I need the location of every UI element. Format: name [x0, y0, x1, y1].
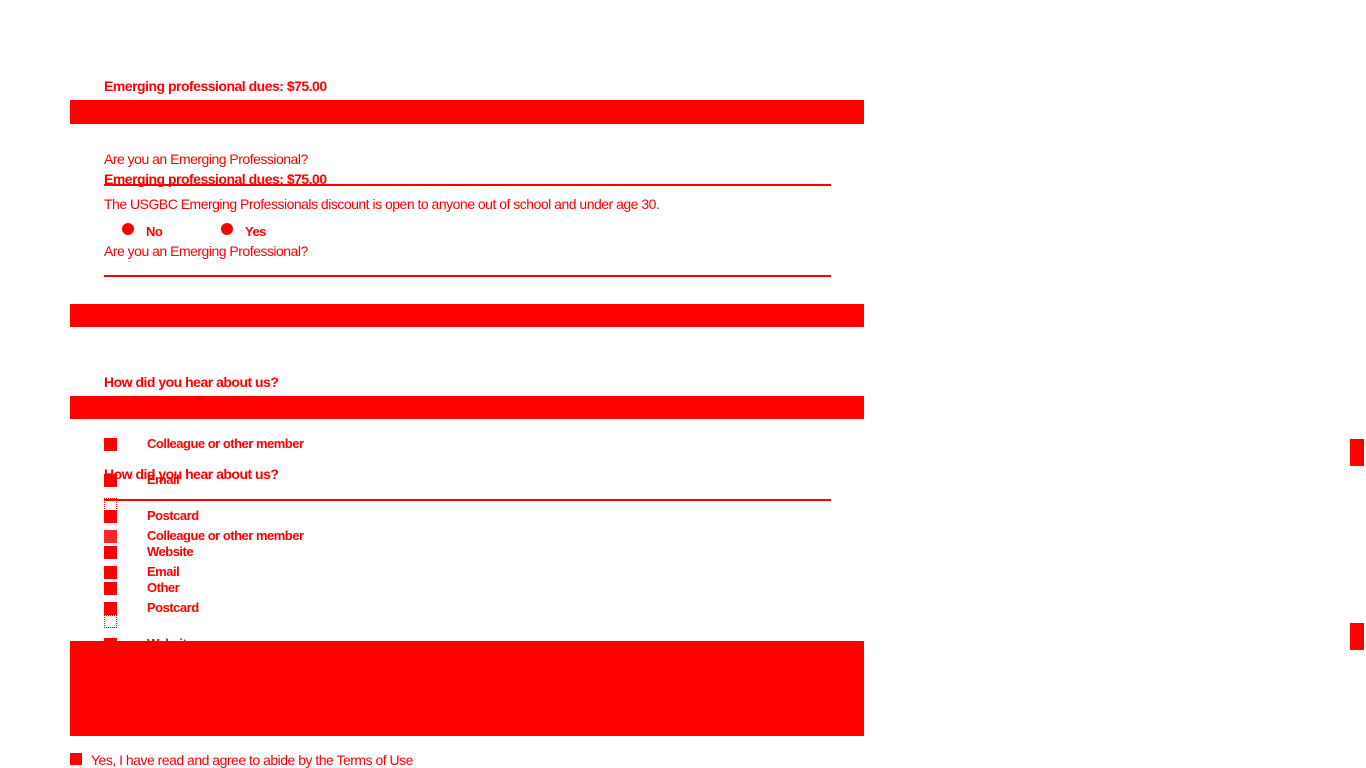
hear-question-ghost: How did you hear about us? — [104, 374, 279, 390]
section-band-emerging — [70, 304, 864, 327]
hear-divider — [104, 499, 831, 501]
radio-yes-ghost[interactable] — [221, 223, 233, 235]
hear-question: How did you hear about us? — [104, 466, 279, 482]
emerging-description: The USGBC Emerging Professionals discoun… — [104, 196, 660, 212]
checkbox-website-ghost[interactable] — [104, 546, 117, 559]
checkbox-postcard-ghost[interactable] — [104, 510, 117, 523]
checkbox-website-label-ghost: Website — [147, 544, 194, 559]
radio-no-ghost[interactable] — [122, 223, 134, 235]
dues-divider — [104, 184, 831, 186]
dues-label-top: Emerging professional dues: $75.00 — [104, 78, 327, 94]
section-band-dues — [70, 100, 864, 124]
checkbox-postcard-label: Postcard — [147, 600, 199, 615]
section-band-other-details — [70, 641, 864, 736]
checkbox-colleague-label-ghost: Colleague or other member — [147, 436, 304, 451]
terms-checkbox[interactable] — [70, 753, 82, 765]
section-band-hear — [70, 396, 864, 419]
checkbox-postcard-label-ghost: Postcard — [147, 508, 199, 523]
checkbox-email-label: Email — [147, 564, 180, 579]
checkbox-other-ghost[interactable] — [104, 582, 117, 595]
emerging-divider — [104, 275, 831, 277]
emerging-question: Are you an Emerging Professional? — [104, 243, 308, 259]
checkbox-colleague-ghost[interactable] — [104, 438, 117, 451]
radio-yes-label-ghost: Yes — [245, 224, 266, 239]
checkbox-postcard[interactable] — [104, 602, 117, 615]
radio-no-label-ghost: No — [146, 224, 163, 239]
checkbox-other-label-ghost: Other — [147, 580, 180, 595]
checkbox-focus-outline-2 — [104, 615, 117, 628]
emerging-question-ghost: Are you an Emerging Professional? — [104, 151, 308, 167]
checkbox-email[interactable] — [104, 566, 117, 579]
checkbox-colleague[interactable] — [104, 530, 117, 543]
scroll-marker-1[interactable] — [1350, 439, 1364, 466]
terms-label[interactable]: Yes, I have read and agree to abide by t… — [91, 752, 413, 768]
scroll-marker-2[interactable] — [1350, 623, 1364, 650]
checkbox-colleague-label: Colleague or other member — [147, 528, 304, 543]
